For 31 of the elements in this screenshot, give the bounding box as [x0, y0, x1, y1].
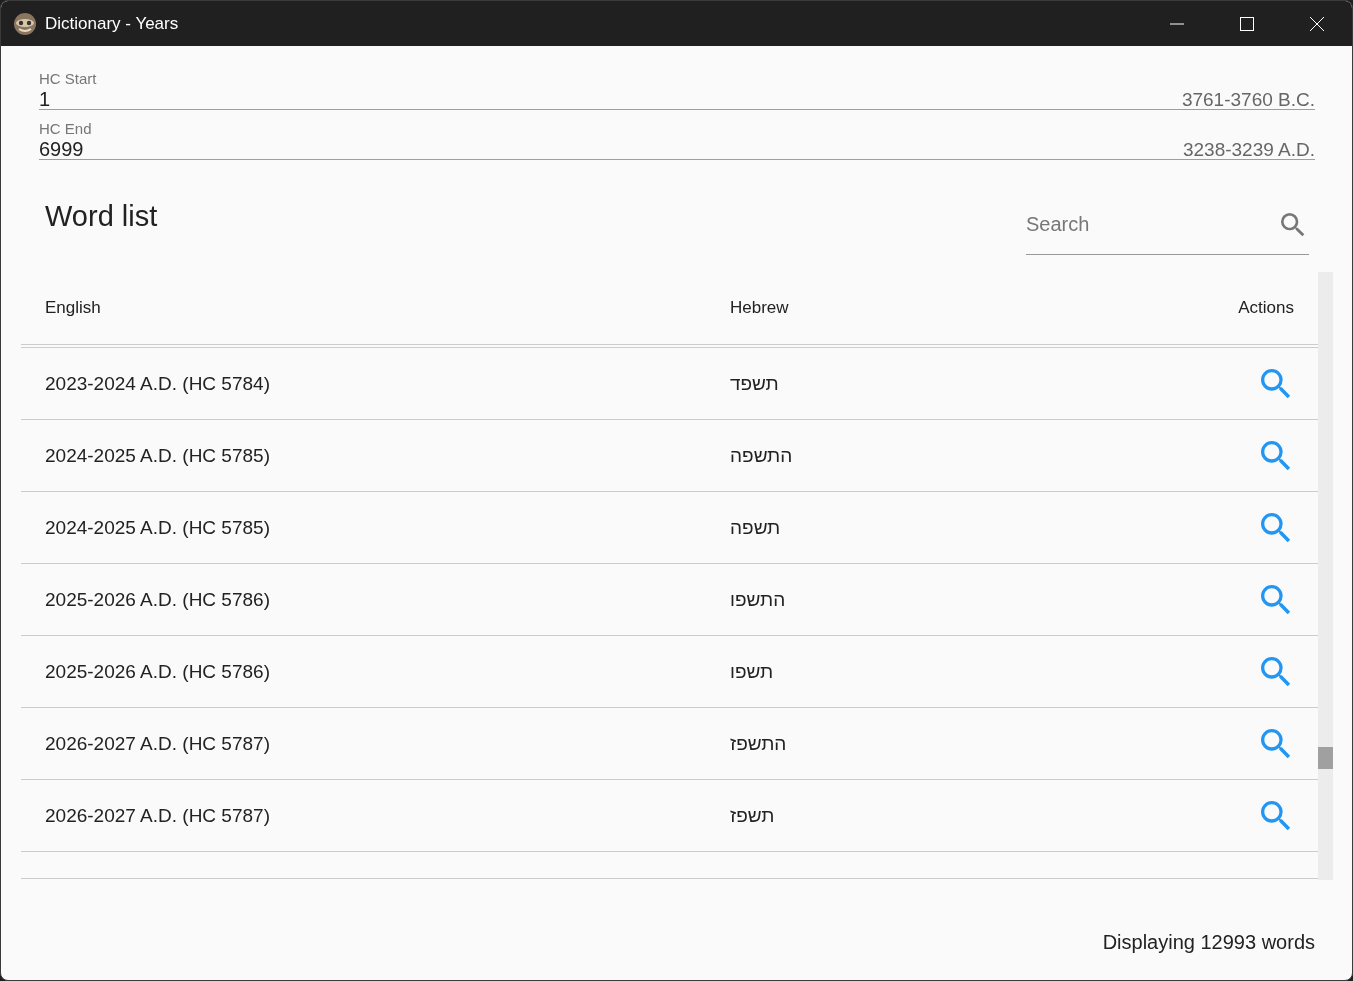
table-cell: התשפה	[730, 444, 793, 466]
column-header[interactable]: Actions	[1238, 298, 1294, 318]
table-cell: התשפו	[730, 588, 786, 610]
table-cell: תשפז	[730, 804, 775, 826]
table-cell-text: 2026-2027 A.D. (HC 5787)	[45, 732, 271, 755]
status-text: Displaying 12993 words	[1102, 931, 1315, 954]
table-cell-text: 2023-2024 A.D. (HC 5784)	[45, 372, 271, 395]
minimize-icon	[1170, 22, 1184, 25]
app-logo-icon	[13, 11, 37, 36]
field-hint: 3238-3239 A.D.	[1182, 139, 1315, 161]
table-cell-text: 2024-2025 A.D. (HC 5785)	[45, 444, 271, 467]
table-cell: התשפז	[730, 732, 787, 754]
table-cell-text: 2025-2026 A.D. (HC 5786)	[45, 660, 271, 683]
maximize-icon	[1240, 16, 1254, 31]
table-cell: תשפו	[730, 660, 774, 682]
window-title: Dictionary - Years	[45, 13, 180, 34]
table-cell-text: 2024-2025 A.D. (HC 5785)	[45, 516, 271, 539]
input-field[interactable]: HC Start 1 3761-3760 B.C.	[39, 60, 1315, 110]
table-cell-text: 2026-2027 A.D. (HC 5787)	[45, 804, 271, 827]
input-field[interactable]: HC End 6999 3238-3239 A.D.	[39, 110, 1315, 160]
search-field[interactable]: Search	[1026, 195, 1309, 255]
close-icon	[1310, 16, 1324, 31]
column-header[interactable]: Hebrew	[730, 298, 1238, 318]
column-header[interactable]: English	[45, 298, 730, 318]
table-cell-text: 2025-2026 A.D. (HC 5786)	[45, 588, 271, 611]
table-cell: תשפה	[730, 516, 781, 538]
table-cell: תשפד	[730, 372, 779, 394]
scrollbar-thumb[interactable]	[1318, 747, 1333, 769]
field-hint: 3761-3760 B.C.	[1181, 89, 1315, 111]
section-title: Word list	[45, 199, 158, 233]
scrollbar[interactable]	[1318, 272, 1333, 880]
